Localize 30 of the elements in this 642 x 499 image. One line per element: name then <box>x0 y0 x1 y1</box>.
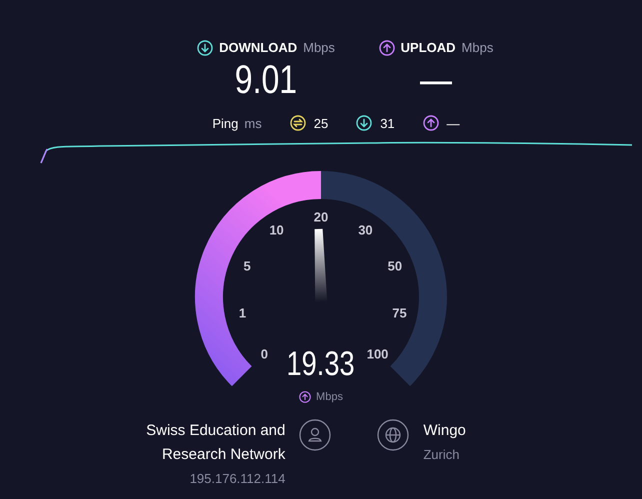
gauge-tick-label: 100 <box>366 344 388 363</box>
server-location: Zurich <box>423 446 460 464</box>
stat-label: DOWNLOAD <box>219 39 298 57</box>
stat-value: 9.01 <box>234 58 298 102</box>
stat-unit: Mbps <box>303 39 335 57</box>
ping-value: 31 <box>380 114 395 132</box>
gauge-tick-label: 75 <box>392 304 407 322</box>
ping-unit: ms <box>244 114 262 132</box>
stat-value: — <box>420 58 452 102</box>
gauge-tick-label: 20 <box>314 208 328 226</box>
ping-label: Ping <box>212 114 238 133</box>
ping-value: — <box>446 114 460 132</box>
stat-unit: Mbps <box>462 39 494 57</box>
ip-address: 195.176.112.114 <box>190 470 286 488</box>
globe-icon <box>377 419 410 451</box>
current-speed-unit: Mbps <box>316 390 343 405</box>
ping-value: 25 <box>314 114 328 132</box>
current-speed-value: 19.33 <box>286 345 356 383</box>
gauge-tick-label: 1 <box>238 304 246 322</box>
user-icon <box>299 419 332 451</box>
provider-name: Swiss Education and <box>146 421 286 441</box>
gauge-tick-label: 0 <box>260 344 268 363</box>
gauge-tick-label: 10 <box>269 222 284 240</box>
server-name: Wingo <box>423 421 466 441</box>
gauge-tick-label: 5 <box>243 258 251 276</box>
provider-name: Research Network <box>162 445 286 465</box>
stat-label: UPLOAD <box>400 39 456 57</box>
gauge-tick-label: 30 <box>358 222 373 240</box>
gauge-tick-label: 50 <box>388 258 402 276</box>
ping-idle-icon <box>290 115 306 132</box>
